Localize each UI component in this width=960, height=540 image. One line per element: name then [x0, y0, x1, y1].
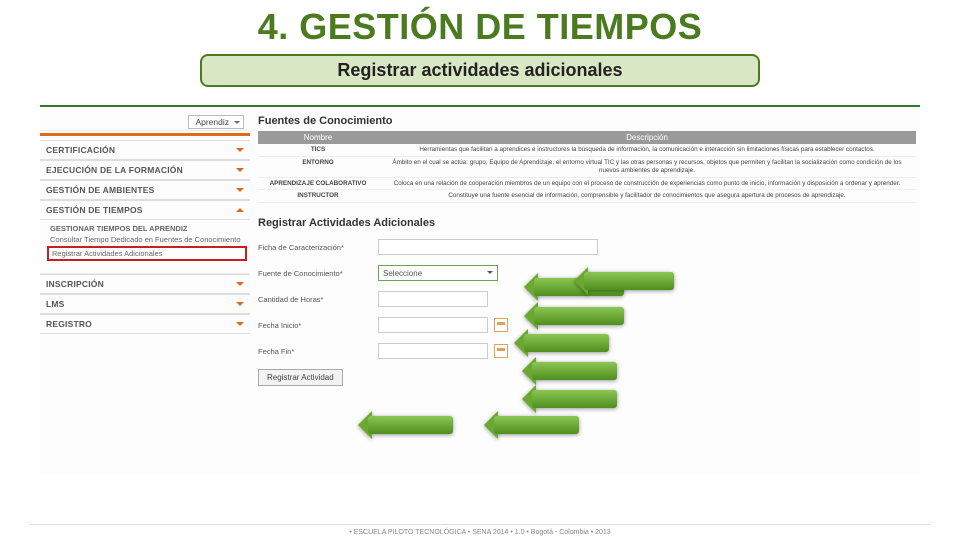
sidebar-item-ejecucion[interactable]: EJECUCIÓN DE LA FORMACIÓN — [40, 160, 250, 180]
table-head: Nombre Descripción — [258, 131, 916, 144]
footer: • ESCUELA PILOTO TECNOLÓGICA • SENA 2014… — [0, 524, 960, 536]
chevron-down-icon — [236, 188, 244, 196]
row-name: APRENDIZAJE COLABORATIVO — [258, 180, 378, 188]
slide-title: 4. GESTIÓN DE TIEMPOS — [20, 6, 940, 48]
arrow-annotation — [470, 411, 579, 439]
row-desc: Herramientas que facilitan a aprendices … — [378, 146, 916, 154]
th-name: Nombre — [258, 133, 378, 142]
label-fin: Fecha Fin* — [258, 347, 378, 356]
row-desc: Constituye una fuente esencial de inform… — [378, 192, 916, 200]
arrow-annotation — [508, 385, 617, 413]
sidebar-sub-registrar[interactable]: Registrar Actividades Adicionales — [47, 246, 247, 261]
label-horas: Cantidad de Horas* — [258, 295, 378, 304]
row-name: ENTORNO — [258, 159, 378, 175]
sidebar-label: LMS — [46, 299, 65, 309]
arrow-annotation — [510, 302, 624, 330]
orange-divider — [40, 133, 250, 136]
input-inicio[interactable] — [378, 317, 488, 333]
select-fuente[interactable]: Seleccione — [378, 265, 498, 281]
form-row-ficha: Ficha de Caracterización* — [258, 239, 916, 255]
chevron-up-icon — [236, 204, 244, 212]
sidebar-label: REGISTRO — [46, 319, 92, 329]
label-fuente: Fuente de Conocimiento* — [258, 269, 378, 278]
chevron-down-icon — [236, 302, 244, 310]
subtitle-box: Registrar actividades adicionales — [200, 54, 760, 87]
arrow-annotation — [508, 357, 617, 385]
input-fin[interactable] — [378, 343, 488, 359]
sidebar-sub-consultar[interactable]: Consultar Tiempo Dedicado en Fuentes de … — [50, 234, 244, 245]
label-inicio: Fecha Inicio* — [258, 321, 378, 330]
sidebar-subheader: GESTIONAR TIEMPOS DEL APRENDIZ — [50, 223, 244, 234]
row-desc: Coloca en una relación de cooperación mi… — [378, 180, 916, 188]
sidebar-label: GESTIÓN DE TIEMPOS — [46, 205, 143, 215]
sidebar: Aprendiz CERTIFICACIÓN EJECUCIÓN DE LA F… — [40, 113, 250, 334]
sidebar-subitems-tiempos: GESTIONAR TIEMPOS DEL APRENDIZ Consultar… — [40, 220, 250, 268]
row-name: INSTRUCTOR — [258, 192, 378, 200]
sidebar-item-ambientes[interactable]: GESTIÓN DE AMBIENTES — [40, 180, 250, 200]
row-name: TICS — [258, 146, 378, 154]
footer-text: • ESCUELA PILOTO TECNOLÓGICA • SENA 2014… — [349, 529, 610, 536]
input-ficha[interactable] — [378, 239, 598, 255]
section-title-registrar: Registrar Actividades Adicionales — [258, 217, 916, 229]
sidebar-item-inscripcion[interactable]: INSCRIPCIÓN — [40, 274, 250, 294]
role-select[interactable]: Aprendiz — [188, 115, 244, 129]
chevron-down-icon — [236, 148, 244, 156]
table-row: TICS Herramientas que facilitan a aprend… — [258, 144, 916, 157]
app-screenshot: Aprendiz CERTIFICACIÓN EJECUCIÓN DE LA F… — [40, 105, 920, 475]
arrow-annotation — [500, 329, 609, 357]
submit-button[interactable]: Registrar Actividad — [258, 369, 343, 386]
sidebar-label: GESTIÓN DE AMBIENTES — [46, 185, 155, 195]
sidebar-item-tiempos[interactable]: GESTIÓN DE TIEMPOS — [40, 200, 250, 220]
slide-subtitle: Registrar actividades adicionales — [212, 60, 748, 81]
input-horas[interactable] — [378, 291, 488, 307]
label-ficha: Ficha de Caracterización* — [258, 243, 378, 252]
row-desc: Ámbito en el cual se actúa: grupo, Equip… — [378, 159, 916, 175]
sidebar-item-registro[interactable]: REGISTRO — [40, 314, 250, 334]
chevron-down-icon — [236, 282, 244, 290]
th-desc: Descripción — [378, 133, 916, 142]
sidebar-label: CERTIFICACIÓN — [46, 145, 115, 155]
table-row: ENTORNO Ámbito en el cual se actúa: grup… — [258, 157, 916, 178]
table-row: INSTRUCTOR Constituye una fuente esencia… — [258, 190, 916, 203]
sidebar-label: INSCRIPCIÓN — [46, 279, 104, 289]
sidebar-item-lms[interactable]: LMS — [40, 294, 250, 314]
section-title-fuentes: Fuentes de Conocimiento — [258, 113, 916, 131]
chevron-down-icon — [236, 322, 244, 330]
table-row: APRENDIZAJE COLABORATIVO Coloca en una r… — [258, 178, 916, 191]
arrow-annotation — [560, 267, 674, 295]
role-bar: Aprendiz — [40, 113, 250, 131]
arrow-annotation — [344, 411, 453, 439]
sidebar-item-certificacion[interactable]: CERTIFICACIÓN — [40, 140, 250, 160]
chevron-down-icon — [236, 168, 244, 176]
sidebar-label: EJECUCIÓN DE LA FORMACIÓN — [46, 165, 183, 175]
